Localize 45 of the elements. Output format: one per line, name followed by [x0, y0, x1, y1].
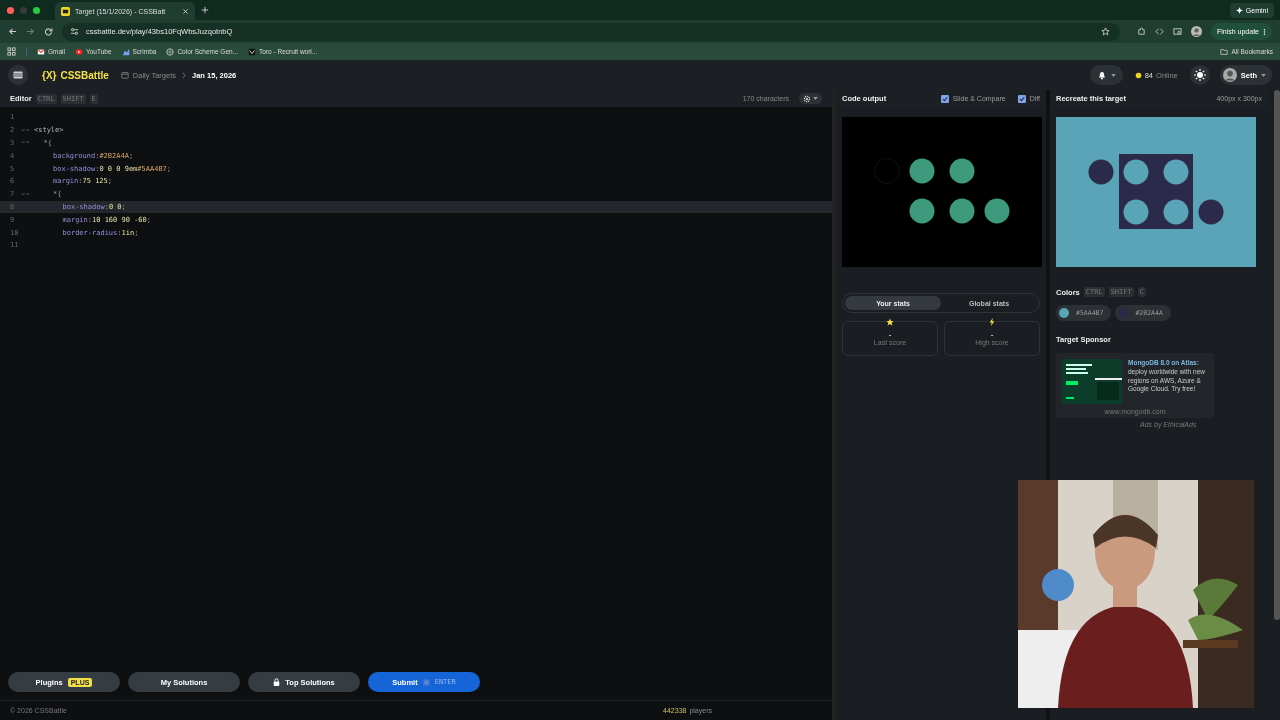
star-icon[interactable]: [1100, 27, 1110, 36]
star-icon: [886, 318, 894, 326]
sun-icon[interactable]: [1189, 65, 1210, 85]
extensions-icon[interactable]: [1136, 27, 1146, 36]
settings-button[interactable]: [799, 93, 822, 104]
chevron-right-icon: [182, 71, 187, 79]
folder-icon: [1220, 47, 1229, 56]
calendar-icon: [120, 71, 129, 79]
lightning-icon: [988, 318, 996, 326]
logo-text: CSSBattle: [60, 69, 109, 81]
caret-icon: [1261, 73, 1266, 77]
mountain-icon: [121, 47, 130, 56]
caret-icon: [813, 97, 818, 100]
command-key-icon: [422, 678, 430, 686]
caret-icon: [1110, 73, 1116, 77]
screen-search-icon[interactable]: [1172, 27, 1182, 36]
settings-icon: [803, 94, 811, 103]
stat-value: -: [888, 330, 892, 339]
status-dot-icon: [1134, 71, 1142, 79]
back-icon[interactable]: [8, 27, 17, 36]
code-icon[interactable]: [1154, 27, 1164, 36]
scrollbar[interactable]: [1274, 90, 1280, 620]
new-tab-icon[interactable]: [201, 6, 209, 14]
apps-icon[interactable]: [7, 47, 16, 56]
avatar-icon[interactable]: [1190, 26, 1202, 37]
lock-icon: [273, 678, 281, 686]
menu-icon[interactable]: [8, 65, 28, 85]
chevron-icon: [248, 47, 257, 56]
forward-icon[interactable]: [26, 27, 35, 36]
stat-value: -: [990, 330, 994, 339]
sparkle-icon: [1235, 6, 1243, 14]
logo-mark: {X}: [42, 69, 57, 81]
site-favicon-icon: [61, 6, 70, 16]
notifications-button[interactable]: [1089, 65, 1123, 85]
bell-icon: [1096, 70, 1107, 80]
avatar-icon: [1222, 68, 1237, 82]
play-icon: [75, 47, 83, 56]
site-settings-icon[interactable]: [70, 27, 79, 36]
envelope-icon: [37, 47, 45, 56]
checkbox-icon[interactable]: [1017, 94, 1026, 103]
globe-icon: [166, 47, 175, 56]
reload-icon[interactable]: [44, 27, 53, 36]
close-icon[interactable]: [182, 7, 189, 15]
checkbox-icon[interactable]: [940, 94, 949, 103]
more-icon: [1263, 27, 1266, 36]
